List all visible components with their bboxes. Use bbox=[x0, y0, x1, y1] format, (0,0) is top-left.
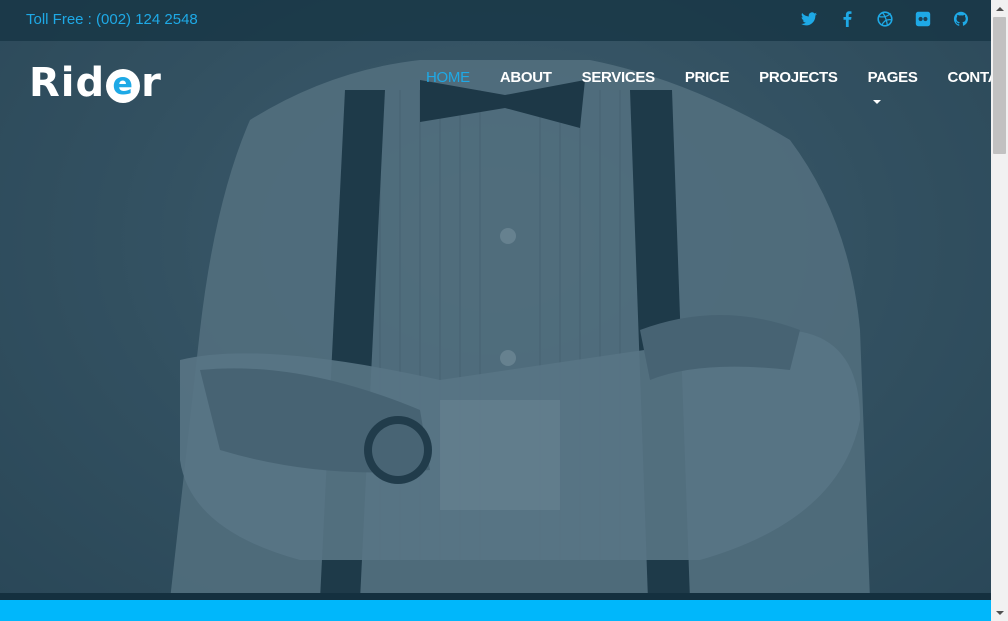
logo-text-start: Rid bbox=[29, 60, 106, 106]
github-icon[interactable] bbox=[942, 8, 980, 30]
toll-free-text: Toll Free : (002) 124 2548 bbox=[26, 11, 198, 28]
dribbble-icon[interactable] bbox=[866, 8, 904, 30]
twitter-icon[interactable] bbox=[790, 8, 828, 30]
top-bar: Toll Free : (002) 124 2548 bbox=[0, 0, 991, 41]
site-logo[interactable]: Rid e r bbox=[29, 60, 162, 106]
scrollbar-thumb[interactable] bbox=[993, 17, 1006, 154]
nav-home[interactable]: HOME bbox=[411, 66, 485, 90]
scroll-up-button[interactable] bbox=[991, 0, 1008, 17]
arrow-down-icon bbox=[995, 610, 1004, 615]
accent-section-bar bbox=[0, 600, 991, 621]
nav-about[interactable]: ABOUT bbox=[485, 66, 567, 90]
flickr-icon[interactable] bbox=[904, 8, 942, 30]
scroll-down-button[interactable] bbox=[991, 604, 1008, 621]
social-links bbox=[790, 8, 980, 30]
nav-services[interactable]: SERVICES bbox=[567, 66, 670, 90]
main-nav: HOME ABOUT SERVICES PRICE PROJECTS PAGES… bbox=[411, 66, 1008, 104]
facebook-icon[interactable] bbox=[828, 8, 866, 30]
arrow-up-icon bbox=[995, 6, 1004, 11]
section-divider bbox=[0, 593, 991, 600]
nav-pages-dropdown[interactable]: PAGES bbox=[853, 66, 933, 104]
nav-pages-label: PAGES bbox=[867, 69, 918, 86]
nav-projects[interactable]: PROJECTS bbox=[744, 66, 852, 90]
vertical-scrollbar[interactable] bbox=[991, 0, 1008, 621]
logo-e-circle: e bbox=[106, 69, 141, 103]
chevron-down-icon bbox=[872, 100, 881, 104]
nav-price[interactable]: PRICE bbox=[670, 66, 744, 90]
logo-text-end: r bbox=[141, 60, 162, 106]
